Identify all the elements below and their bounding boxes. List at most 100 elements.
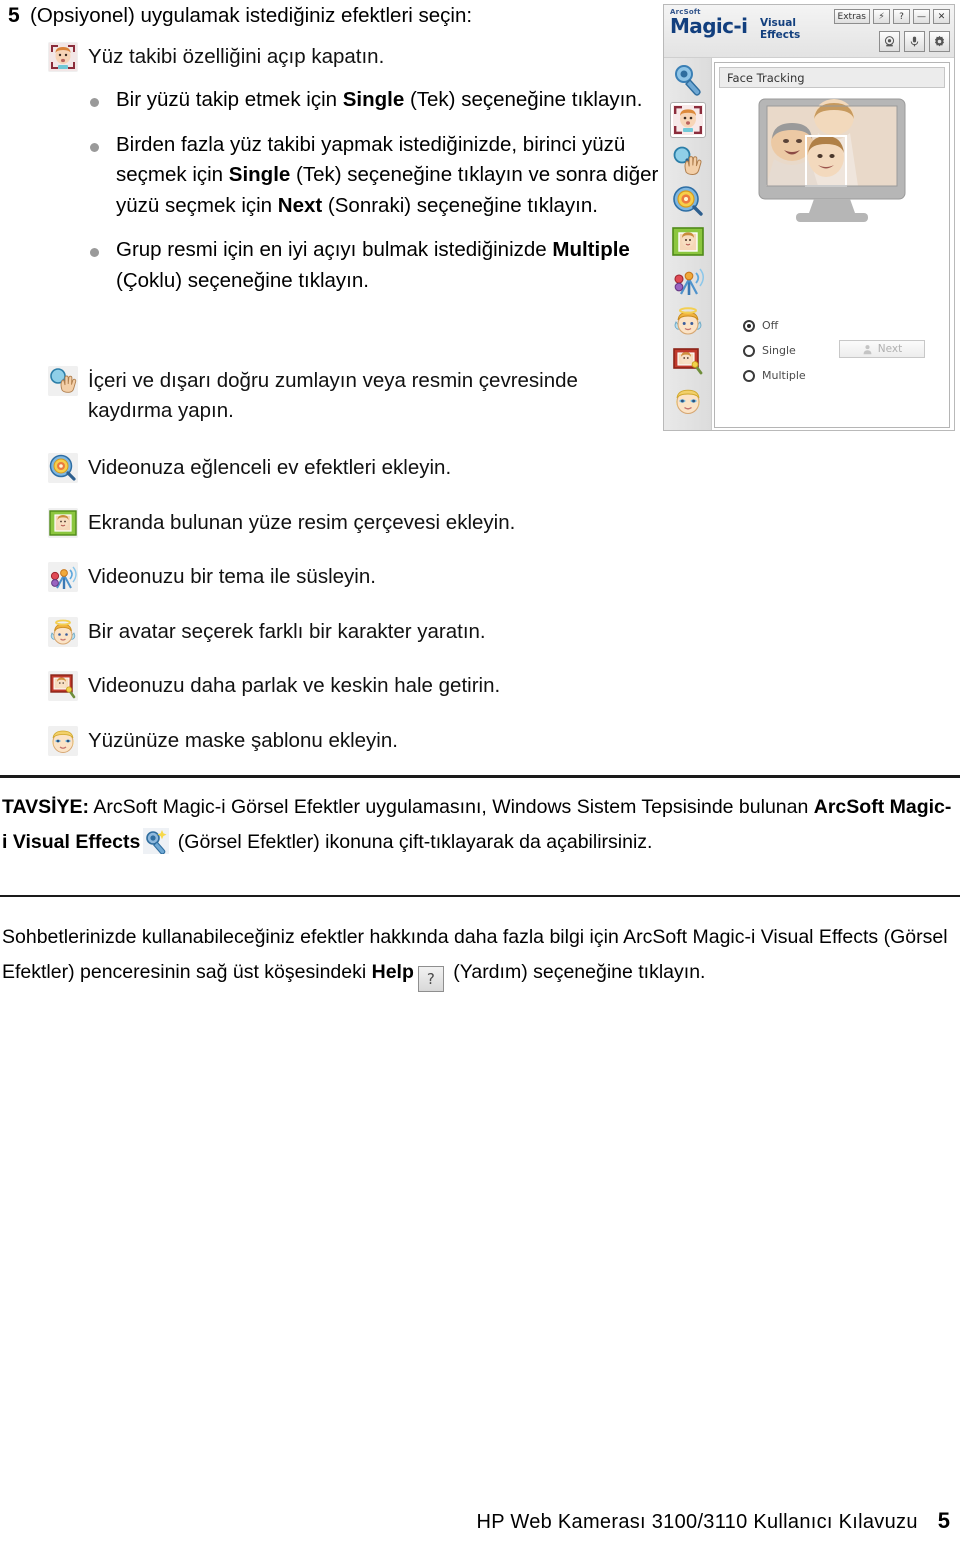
panel-title-face-tracking: Face Tracking <box>719 67 945 88</box>
bullet-dot <box>90 98 99 107</box>
bullet-text: Birden fazla yüz takibi yapmak istediğin… <box>116 130 665 222</box>
bullet-pre: Bir yüzü takip etmek için <box>116 88 343 111</box>
bullet-dot <box>90 248 99 257</box>
sidebar-item-home-effects[interactable] <box>671 184 705 218</box>
effect-text-avatar: Bir avatar seçerek farklı bir karakter y… <box>88 620 486 643</box>
effect-text-zoom-pan: İçeri ve dışarı doğru zumlayın veya resm… <box>88 369 578 422</box>
effect-row-avatar: Bir avatar seçerek farklı bir karakter y… <box>48 617 663 647</box>
effect-row-home-effects: Videonuza eğlenceli ev efektleri ekleyin… <box>48 453 663 483</box>
effect-text-home-effects: Videonuza eğlenceli ev efektleri ekleyin… <box>88 456 452 479</box>
effect-row-photo-frame: Ekranda bulunan yüze resim çerçevesi ekl… <box>48 508 663 538</box>
face-tracking-bullets: Bir yüzü takip etmek için Single (Tek) s… <box>90 85 665 310</box>
bullet-text: Grup resmi için en iyi açıyı bulmak iste… <box>116 235 665 296</box>
bullet-bold: Single <box>342 88 405 111</box>
gear-icon <box>934 35 945 47</box>
toolbar-buttons <box>879 31 950 52</box>
effect-text-theme: Videonuzu bir tema ile süsleyin. <box>88 565 376 588</box>
lightning-icon[interactable]: ⚡ <box>873 9 890 24</box>
next-button-label: Next <box>877 343 903 355</box>
effect-row-theme: Videonuzu bir tema ile süsleyin. <box>48 562 663 592</box>
sidebar-item-zoom-pan[interactable] <box>671 144 705 178</box>
divider-bottom <box>0 895 960 897</box>
effect-text-enhance-video: Videonuzu daha parlak ve keskin hale get… <box>88 674 501 697</box>
face-tracking-icon <box>48 42 78 72</box>
effect-row-enhance-video: Videonuzu daha parlak ve keskin hale get… <box>48 671 663 701</box>
tip-note: TAVSİYE: ArcSoft Magic-i Görsel Efektler… <box>2 790 952 860</box>
zoom-pan-hand-icon <box>48 366 78 396</box>
radio-single[interactable] <box>743 344 755 357</box>
footer-page-number: 5 <box>937 1508 950 1533</box>
app-brand: ArcSoft Magic-i <box>670 8 748 38</box>
app-titlebar: ArcSoft Magic-i Visual Effects Extras ⚡ … <box>664 5 954 58</box>
close-icon[interactable]: ✕ <box>933 9 950 24</box>
sidebar-item-face-tracking[interactable] <box>669 102 706 138</box>
camera-button[interactable] <box>879 31 900 52</box>
face-mask-icon <box>48 726 78 756</box>
theme-icon <box>48 562 78 592</box>
enhance-video-icon <box>48 671 78 701</box>
radio-label-multiple: Multiple <box>762 369 806 382</box>
tip-part1: ArcSoft Magic-i Görsel Efektler uygulama… <box>89 796 814 818</box>
step-text: (Opsiyonel) uygulamak istediğiniz efektl… <box>30 4 473 27</box>
face-tracking-row: Yüz takibi özelliğini açıp kapatın. <box>48 42 658 72</box>
bullet-bold: Single <box>228 163 291 186</box>
radio-off[interactable] <box>743 319 755 332</box>
extras-button[interactable]: Extras <box>833 9 870 24</box>
footer-title: HP Web Kamerası 3100/3110 Kullanıcı Kıla… <box>476 1511 918 1533</box>
effect-text-face-mask: Yüzünüze maske şablonu ekleyin. <box>88 729 398 752</box>
effect-row-face-mask: Yüzünüze maske şablonu ekleyin. <box>48 726 663 756</box>
brand-magic-i: Magic-i <box>670 14 748 38</box>
sidebar-item-avatar[interactable] <box>671 304 705 338</box>
arcsoft-magic-i-window: ArcSoft Magic-i Visual Effects Extras ⚡ … <box>663 4 955 431</box>
microphone-icon <box>910 36 919 47</box>
app-body: Face Tracking Off Single Multiple Next <box>664 58 954 430</box>
sidebar-item-face-mask[interactable] <box>671 384 705 418</box>
face-tracking-radio-group: Off Single Multiple Next <box>743 313 925 388</box>
help-note-bold: Help <box>371 961 414 983</box>
home-effects-icon <box>48 453 78 483</box>
avatar-icon <box>48 617 78 647</box>
radio-label-single: Single <box>762 344 796 357</box>
brand-effects: Effects <box>760 29 801 41</box>
photo-frame-icon <box>48 508 78 538</box>
sidebar-item-enhance-video[interactable] <box>671 344 705 378</box>
brand-visual: Visual <box>760 17 796 29</box>
next-button[interactable]: Next <box>839 340 925 358</box>
bullet-item: Grup resmi için en iyi açıyı bulmak iste… <box>90 235 665 296</box>
titlebar-buttons: Extras ⚡ ? — ✕ <box>833 9 950 24</box>
help-icon[interactable]: ? <box>893 9 910 24</box>
help-note: Sohbetlerinizde kullanabileceğiniz efekt… <box>2 920 952 992</box>
app-sidebar <box>664 58 712 430</box>
bullet-post: (Çoklu) seçeneğine tıklayın. <box>116 268 369 292</box>
effect-text-photo-frame: Ekranda bulunan yüze resim çerçevesi ekl… <box>88 511 516 534</box>
camera-icon <box>884 36 895 47</box>
app-main-panel: Face Tracking Off Single Multiple Next <box>714 62 950 428</box>
bullet-post: (Sonraki) seçeneğine tıklayın. <box>322 193 598 217</box>
brand-visual-effects: Visual Effects <box>760 17 800 41</box>
tip-label: TAVSİYE: <box>2 796 90 818</box>
radio-row-multiple[interactable]: Multiple <box>743 363 923 388</box>
sidebar-item-photo-frame[interactable] <box>671 224 705 258</box>
bullet-item: Bir yüzü takip etmek için Single (Tek) s… <box>90 85 665 116</box>
microphone-button[interactable] <box>904 31 925 52</box>
page-footer: HP Web Kamerası 3100/3110 Kullanıcı Kıla… <box>477 1508 950 1534</box>
person-icon <box>863 344 872 354</box>
bullet-bold2: Next <box>277 193 323 217</box>
bullet-bold: Multiple <box>552 238 630 261</box>
arcsoft-tray-icon <box>143 828 170 854</box>
face-tracking-text: Yüz takibi özelliğini açıp kapatın. <box>88 45 385 68</box>
bullet-item: Birden fazla yüz takibi yapmak istediğin… <box>90 130 665 222</box>
help-note-part2: (Yardım) seçeneğine tıklayın. <box>447 961 706 983</box>
bullet-post: (Tek) seçeneğine tıklayın. <box>404 88 643 111</box>
video-preview-monitor <box>756 97 908 229</box>
sidebar-item-theme[interactable] <box>671 264 705 298</box>
step-number: 5 <box>8 4 20 27</box>
bullet-text: Bir yüzü takip etmek için Single (Tek) s… <box>116 85 642 116</box>
bullet-dot <box>90 142 99 152</box>
sidebar-item-magnifier-wrench[interactable] <box>671 62 705 96</box>
radio-multiple[interactable] <box>743 369 755 382</box>
radio-row-off[interactable]: Off <box>743 313 923 338</box>
minimize-icon[interactable]: — <box>913 9 930 24</box>
settings-button[interactable] <box>929 31 950 52</box>
effect-row-zoom-pan: İçeri ve dışarı doğru zumlayın veya resm… <box>48 366 663 426</box>
